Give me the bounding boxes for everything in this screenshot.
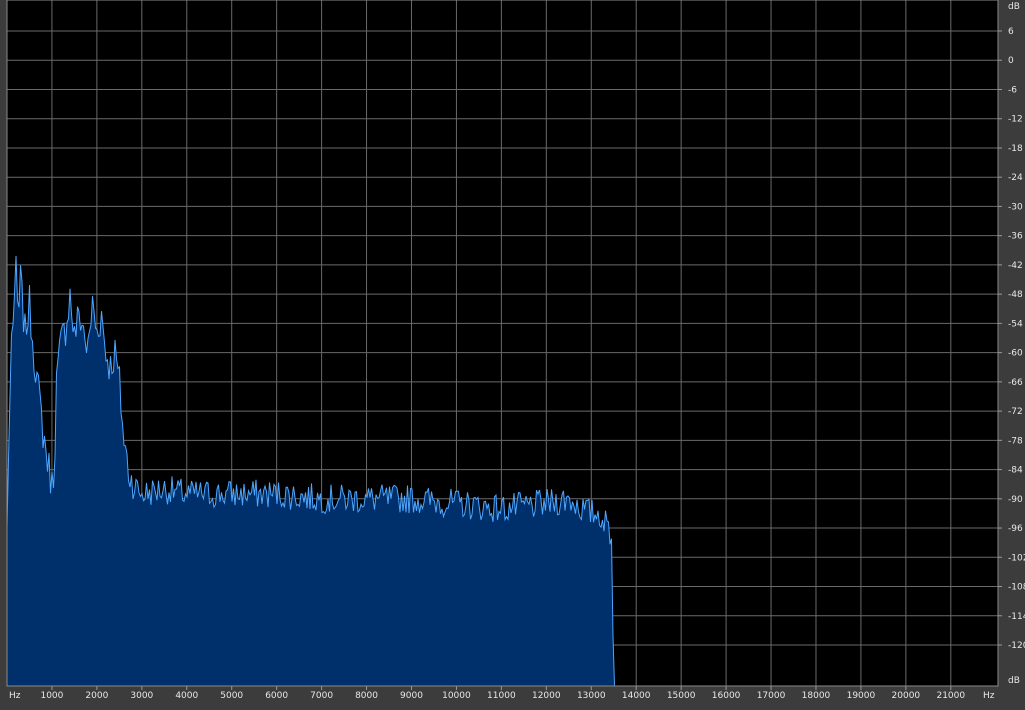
y-tick-label: -108	[1008, 583, 1025, 593]
x-tick-label: 17000	[757, 691, 786, 701]
x-unit-label-right: Hz	[983, 691, 995, 701]
x-tick-label: 11000	[487, 691, 516, 701]
x-tick-label: 18000	[802, 691, 831, 701]
x-unit-label-left: Hz	[9, 691, 21, 701]
x-tick-label: 15000	[667, 691, 696, 701]
y-tick-label: -120	[1008, 641, 1025, 651]
y-unit-label-bottom: dB	[1008, 676, 1020, 686]
x-tick-label: 2000	[85, 691, 108, 701]
x-tick-label: 13000	[577, 691, 606, 701]
y-tick-label: -66	[1008, 378, 1023, 388]
y-tick-label: -114	[1008, 612, 1025, 622]
y-tick-label: -84	[1008, 466, 1023, 476]
spectrum-chart: 1000 2000 3000 4000 5000 6000 7000 8000 9000 1000…	[6, 0, 1025, 701]
x-tick-label: 6000	[265, 691, 288, 701]
x-tick-label: 5000	[220, 691, 243, 701]
x-tick-label: 10000	[442, 691, 471, 701]
y-tick-label: 6	[1008, 27, 1014, 37]
y-tick-label: -78	[1008, 436, 1023, 446]
x-tick-label: 3000	[130, 691, 153, 701]
y-tick-label: -12	[1008, 115, 1023, 125]
y-tick-label: -90	[1008, 495, 1023, 505]
y-tick-label: -72	[1008, 407, 1023, 417]
x-tick-label: 1000	[40, 691, 63, 701]
x-tick-label: 19000	[847, 691, 876, 701]
y-tick-label: -18	[1008, 144, 1023, 154]
x-tick-label: 16000	[712, 691, 741, 701]
y-tick-label: -42	[1008, 261, 1023, 271]
x-tick-label: 21000	[936, 691, 965, 701]
y-tick-label: 0	[1008, 56, 1014, 66]
x-tick-label: 8000	[355, 691, 378, 701]
x-tick-label: 4000	[175, 691, 198, 701]
x-tick-label: 9000	[400, 691, 423, 701]
y-tick-label: -60	[1008, 349, 1023, 359]
y-tick-label: -96	[1008, 524, 1023, 534]
y-tick-label: -48	[1008, 290, 1023, 300]
y-tick-label: -102	[1008, 553, 1025, 563]
y-tick-label: -30	[1008, 202, 1023, 212]
x-tick-label: 7000	[310, 691, 333, 701]
x-tick-label: 20000	[892, 691, 921, 701]
y-unit-label-top: dB	[1008, 2, 1020, 12]
y-tick-label: -54	[1008, 319, 1023, 329]
x-tick-label: 14000	[622, 691, 651, 701]
y-tick-label: -6	[1008, 85, 1017, 95]
x-tick-label: 12000	[532, 691, 561, 701]
y-tick-label: -24	[1008, 173, 1023, 183]
y-tick-label: -36	[1008, 232, 1023, 242]
